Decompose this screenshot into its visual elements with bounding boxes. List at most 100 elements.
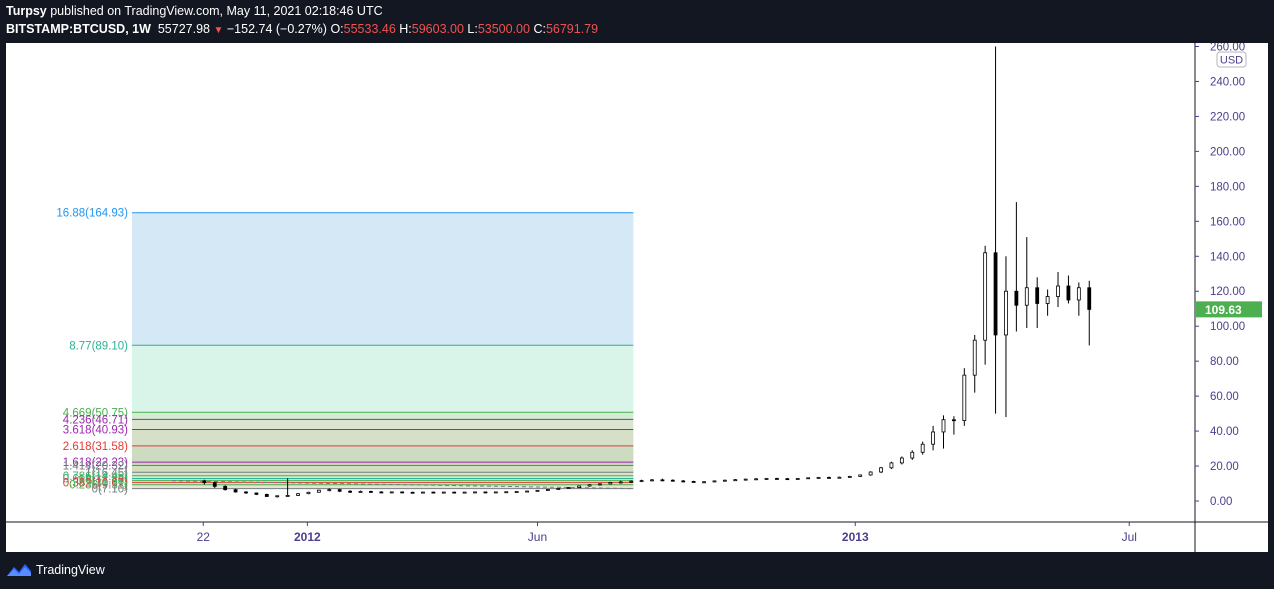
candle-body xyxy=(1045,296,1050,304)
candle-body xyxy=(1076,287,1081,301)
candle-body xyxy=(1024,287,1029,306)
candle-body xyxy=(972,339,977,376)
fib-band xyxy=(132,465,634,473)
candle-body xyxy=(785,478,790,481)
price-tick-label: 100.00 xyxy=(1210,321,1245,333)
candle-body xyxy=(837,476,842,479)
ohlc-legend: BITSTAMP:BTCUSD, 1W 55727.98 ▼ −152.74 (… xyxy=(6,22,598,36)
candle-body xyxy=(452,491,457,494)
candle-body xyxy=(525,490,529,493)
candle-body xyxy=(608,482,613,485)
candle-body xyxy=(629,480,634,483)
price-tick-label: 200.00 xyxy=(1210,146,1245,158)
candle-body xyxy=(254,492,259,495)
down-arrow-icon: ▼ xyxy=(213,25,224,36)
candle-body xyxy=(889,462,894,469)
candle-body xyxy=(722,479,727,482)
footer: TradingView xyxy=(6,562,105,578)
candle-body xyxy=(264,493,269,497)
candle-body xyxy=(743,478,748,481)
candle-body xyxy=(910,451,915,459)
fib-band xyxy=(132,419,634,430)
candle-body xyxy=(504,491,509,494)
candle-body xyxy=(681,480,686,483)
candle-body xyxy=(556,488,561,490)
candle-body xyxy=(941,419,946,433)
tradingview-logo-icon[interactable] xyxy=(6,562,32,578)
last-price-label: 109.63 xyxy=(1205,303,1242,317)
candle-body xyxy=(369,491,373,493)
chart-canvas[interactable]: 16.88(164.93)8.77(89.10)4.669(50.75)4.23… xyxy=(6,43,1268,552)
candle-body xyxy=(379,491,384,494)
fib-level-label: 8.77(89.10) xyxy=(69,340,128,352)
candle-body xyxy=(899,457,904,464)
high-value: 59603.00 xyxy=(411,22,464,36)
candle-body xyxy=(327,489,332,492)
fib-band xyxy=(132,484,634,489)
price-tick-label: 20.00 xyxy=(1210,461,1239,473)
candle-body xyxy=(993,252,998,336)
time-axis[interactable]: 22 2012 Jun 2013 Jul xyxy=(197,522,1137,544)
candle-body xyxy=(483,491,488,494)
price-tick-label: 180.00 xyxy=(1210,181,1245,193)
candle-body xyxy=(400,491,405,494)
publish-info: Turpsy published on TradingView.com, May… xyxy=(6,4,383,18)
candle-body xyxy=(275,495,280,498)
candle-body xyxy=(1035,287,1040,304)
candle-body xyxy=(920,443,925,453)
price-tick-label: 240.00 xyxy=(1210,76,1245,88)
candle-body xyxy=(431,491,436,494)
price-tick-label: 140.00 xyxy=(1210,251,1245,263)
symbol-label: BITSTAMP:BTCUSD, 1W xyxy=(6,22,151,36)
candle-body xyxy=(587,484,592,487)
time-tick-label: Jul xyxy=(1122,530,1137,544)
candle-body xyxy=(806,477,811,480)
price-tick-label: 220.00 xyxy=(1210,111,1245,123)
candle-body xyxy=(296,493,300,496)
candle-body xyxy=(285,495,290,497)
candle-body xyxy=(473,491,477,494)
candle-body xyxy=(639,480,644,482)
author-name[interactable]: Turpsy xyxy=(6,4,47,18)
fib-level-label: 2.618(31.58) xyxy=(63,441,128,453)
currency-label: USD xyxy=(1220,55,1243,67)
fib-band xyxy=(132,462,634,466)
price-tick-label: 160.00 xyxy=(1210,216,1245,228)
fib-extension-drawing[interactable]: 16.88(164.93)8.77(89.10)4.669(50.75)4.23… xyxy=(56,208,634,496)
candle-body xyxy=(816,477,821,479)
candle-body xyxy=(566,487,571,489)
high-label: H: xyxy=(399,22,412,36)
chart-pane[interactable]: 16.88(164.93) 8.77(89.10) 4.669(50.75) 4.23… xyxy=(6,43,1268,552)
candle-body xyxy=(702,481,706,484)
candle-body xyxy=(931,431,935,445)
time-tick-label: 2012 xyxy=(294,530,321,544)
fib-level-label: 3.618(40.93) xyxy=(63,424,128,436)
candle-body xyxy=(389,491,394,494)
candle-body xyxy=(233,489,238,493)
candle-body xyxy=(691,481,696,483)
candle-body xyxy=(1056,285,1060,297)
candle-body xyxy=(868,471,873,476)
candle-body xyxy=(421,491,425,494)
open-label: O: xyxy=(330,22,344,36)
fib-band xyxy=(132,345,634,413)
candle-body xyxy=(410,491,415,494)
fib-band xyxy=(132,429,634,446)
candle-body xyxy=(775,478,779,480)
candle-body xyxy=(244,491,248,494)
fib-level-label: 0(7.10) xyxy=(92,484,129,496)
candle-body xyxy=(712,480,717,483)
footer-brand[interactable]: TradingView xyxy=(36,563,105,577)
candle-body xyxy=(764,478,769,480)
close-value: 56791.79 xyxy=(545,22,599,36)
close-label: C: xyxy=(533,22,546,36)
candle-body xyxy=(1004,290,1008,336)
candle-body xyxy=(358,491,363,493)
fib-band xyxy=(132,412,634,420)
price-tick-label: 60.00 xyxy=(1210,391,1239,403)
time-tick-label: 22 xyxy=(197,530,211,544)
candle-body xyxy=(545,489,550,491)
candle-body xyxy=(879,467,883,473)
candle-body xyxy=(754,478,759,481)
candle-body xyxy=(983,252,988,341)
